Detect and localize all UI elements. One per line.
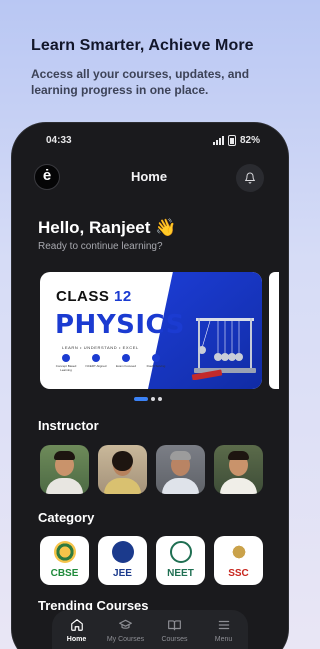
instructor-avatar[interactable] [98, 445, 147, 494]
status-bar: 04:33 82% [46, 135, 260, 149]
tab-menu[interactable]: Menu [199, 616, 248, 649]
bottom-tab-bar: Home My Courses Courses Menu [52, 610, 248, 649]
instructor-avatar[interactable] [214, 445, 263, 494]
status-right: 82% [212, 135, 260, 146]
graduation-cap-icon [111, 541, 134, 563]
notification-button[interactable] [236, 164, 264, 192]
app-screen: 04:33 82% ė Home Hello, Ranjeet 👋 Ready … [12, 123, 288, 649]
category-card-jee[interactable]: JEE [98, 536, 147, 585]
graduation-cap-icon [119, 619, 132, 629]
next-banner-peek[interactable] [269, 272, 279, 389]
category-label: NEET [167, 568, 194, 579]
category-label: CBSE [50, 568, 79, 579]
carousel-dot-active[interactable] [134, 397, 148, 401]
page-title: Home [130, 169, 168, 184]
banner-class-number: 12 [114, 288, 132, 305]
carousel-indicator [134, 397, 162, 401]
category-list: CBSE JEE NEET SSC [40, 536, 263, 585]
tab-label: Menu [214, 636, 233, 643]
category-card-cbse[interactable]: CBSE [40, 536, 89, 585]
book-icon [168, 620, 181, 631]
bell-icon [245, 172, 255, 184]
section-title-category: Category [38, 510, 95, 525]
instructor-list [40, 445, 263, 494]
stethoscope-icon [169, 541, 192, 563]
carousel-dot[interactable] [158, 397, 162, 401]
battery-percent: 82% [239, 135, 260, 146]
category-card-ssc[interactable]: SSC [214, 536, 263, 585]
banner-class: CLASS 12 [56, 288, 132, 305]
cbse-emblem-icon [53, 541, 76, 563]
category-card-neet[interactable]: NEET [156, 536, 205, 585]
menu-icon [218, 620, 229, 630]
app-bar: ė Home [34, 164, 264, 192]
tab-label: Courses [161, 636, 188, 643]
phone-mockup: 04:33 82% ė Home Hello, Ranjeet 👋 Ready … [12, 123, 288, 649]
emblem-icon [227, 541, 250, 563]
home-icon [70, 619, 83, 631]
hero: Learn Smarter, Achieve More Access all y… [31, 36, 281, 98]
banner-feature: Concept Based Learning [54, 354, 78, 372]
hero-title: Learn Smarter, Achieve More [31, 37, 254, 54]
banner-feature: Exam Focused [114, 354, 138, 372]
category-label: JEE [113, 568, 132, 579]
tab-label: Home [66, 636, 87, 643]
banner-feature: Doubt Solving [144, 354, 168, 372]
greeting-title: Hello, Ranjeet 👋 [38, 218, 177, 237]
course-banner[interactable]: CLASS 12 PHYSICS LEARN • UNDERSTAND • EX… [40, 272, 262, 389]
status-time: 04:33 [46, 135, 72, 146]
banner-tagline: LEARN • UNDERSTAND • EXCEL [62, 345, 139, 350]
tab-courses[interactable]: Courses [150, 616, 199, 649]
hero-subtitle: Access all your courses, updates, and le… [31, 67, 250, 97]
banner-subject: PHYSICS [55, 310, 185, 340]
greeting-subtitle: Ready to continue learning? [38, 241, 163, 252]
battery-icon [227, 135, 236, 146]
carousel-dot[interactable] [151, 397, 155, 401]
instructor-avatar[interactable] [40, 445, 89, 494]
banner-class-word: CLASS [56, 288, 110, 305]
tab-label: My Courses [106, 636, 145, 643]
signal-icon [212, 136, 224, 145]
newtons-cradle-illustration [191, 318, 256, 380]
category-label: SSC [228, 568, 249, 579]
tab-home[interactable]: Home [52, 616, 101, 649]
banner-features: Concept Based Learning NCERT Aligned Exa… [54, 354, 168, 372]
section-title-instructor: Instructor [38, 418, 99, 433]
tab-my-courses[interactable]: My Courses [101, 616, 150, 649]
instructor-avatar[interactable] [156, 445, 205, 494]
banner-feature: NCERT Aligned [84, 354, 108, 372]
